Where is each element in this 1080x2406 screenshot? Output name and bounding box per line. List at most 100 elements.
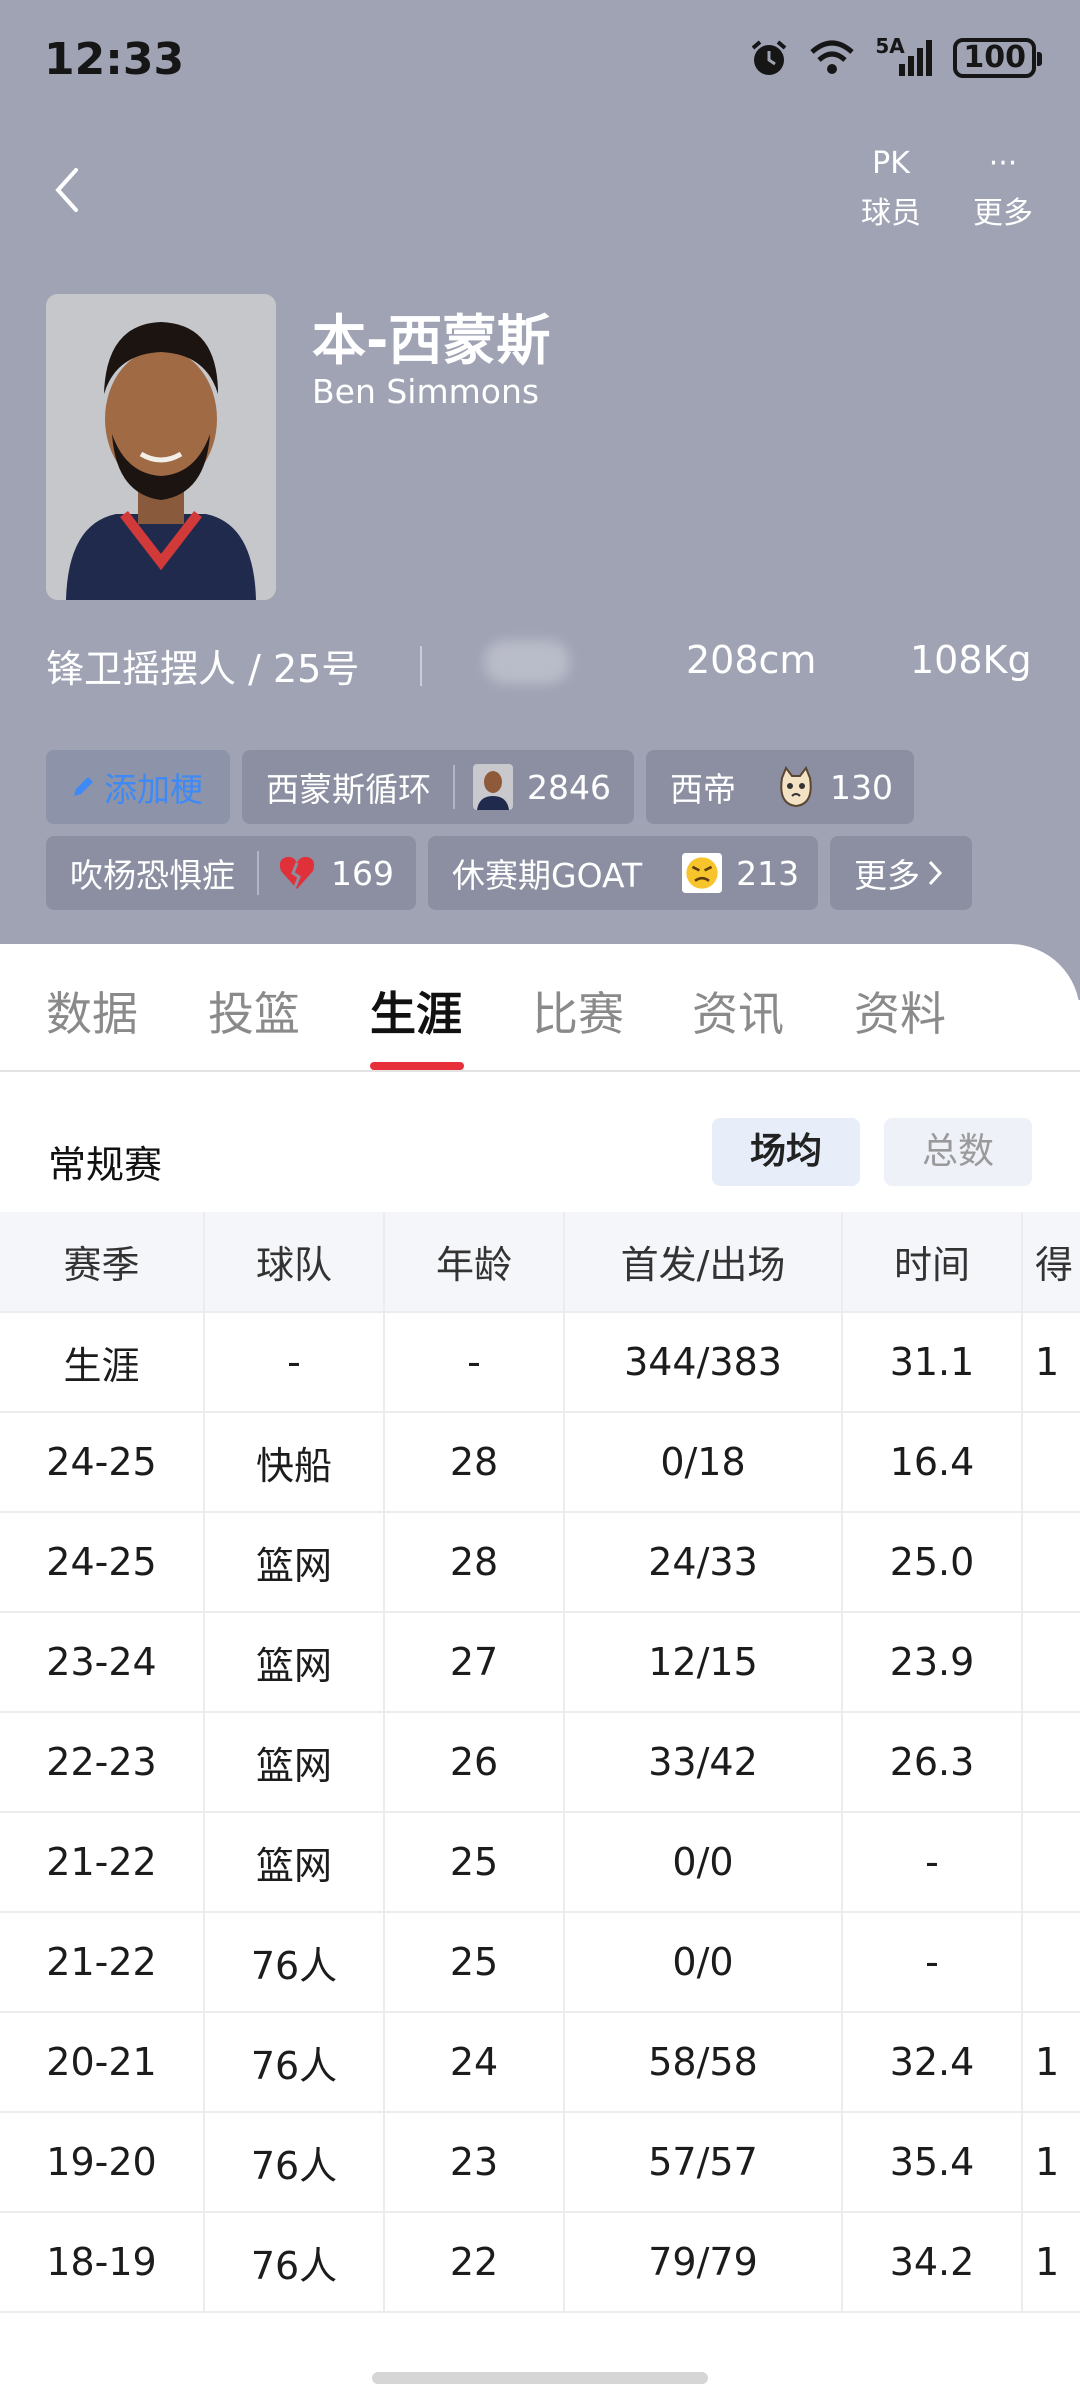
table-row[interactable]: 24-25 篮网 28 24/33 25.0 <box>0 1512 1080 1613</box>
table-row[interactable]: 20-21 76人 24 58/58 32.4 1 <box>0 2012 1080 2113</box>
cell-age: 24 <box>384 2012 565 2113</box>
back-arrow-icon[interactable] <box>46 160 86 220</box>
cell-season: 生涯 <box>0 1312 205 1413</box>
tag-divider <box>257 851 259 895</box>
cell-age: 27 <box>384 1612 565 1713</box>
totals-toggle[interactable]: 总数 <box>884 1118 1032 1186</box>
cell-starts-games: 24/33 <box>564 1512 843 1613</box>
table-row[interactable]: 22-23 篮网 26 33/42 26.3 <box>0 1712 1080 1813</box>
cell-points <box>1022 1512 1080 1613</box>
home-indicator[interactable] <box>372 2372 708 2384</box>
player-height: 208cm <box>686 638 817 682</box>
table-row[interactable]: 21-22 76人 25 0/0- <box>0 1912 1080 2013</box>
cell-team: 76人 <box>204 1912 385 2013</box>
cell-minutes: 25.0 <box>842 1512 1023 1613</box>
meme-tag-count: 213 <box>736 853 800 893</box>
cell-minutes: 16.4 <box>842 1412 1023 1513</box>
cell-season: 24-25 <box>0 1512 205 1613</box>
tab-profile[interactable]: 资料 <box>854 978 946 1044</box>
table-row[interactable]: 23-24 篮网 27 12/15 23.9 <box>0 1612 1080 1713</box>
player-weight: 108Kg <box>910 638 1032 682</box>
info-divider <box>420 646 422 686</box>
more-tags-label: 更多 <box>854 856 920 895</box>
table-row[interactable]: 18-19 76人 22 79/79 34.2 1 <box>0 2212 1080 2313</box>
more-tags-button[interactable]: 更多 <box>830 836 972 910</box>
meme-tag-count: 130 <box>830 767 893 807</box>
career-stats-table: 赛季 球队 年龄 首发/出场 时间 得 生涯 - -344/383 31.1 1 24-… <box>0 1212 1080 2313</box>
cell-points <box>1022 1412 1080 1513</box>
blurred-team-logo <box>484 640 570 684</box>
meme-tag-label: 休赛期GOAT <box>452 856 643 895</box>
status-time: 12:33 <box>44 34 185 85</box>
player-photo <box>46 294 276 600</box>
player-avatar-icon <box>473 764 513 810</box>
cell-age: 22 <box>384 2212 565 2313</box>
cell-points: 1 <box>1022 2112 1080 2213</box>
col-header-team: 球队 <box>204 1212 385 1313</box>
meme-tag-label: 吹杨恐惧症 <box>70 856 235 895</box>
chevron-right-icon <box>928 860 943 886</box>
tab-shooting[interactable]: 投篮 <box>208 978 300 1044</box>
meme-tag[interactable]: 休赛期GOAT 213 <box>428 836 818 910</box>
col-header-age: 年龄 <box>384 1212 565 1313</box>
cell-minutes: 26.3 <box>842 1712 1023 1813</box>
cell-team: 篮网 <box>204 1512 385 1613</box>
cell-season: 21-22 <box>0 1812 205 1913</box>
table-row[interactable]: 19-20 76人 23 57/57 35.4 1 <box>0 2112 1080 2213</box>
content-panel: 数据 投篮 生涯 比赛 资讯 资料 常规赛 场均 总数 赛季 球队 年龄 首发/… <box>0 944 1080 2406</box>
cell-points: 1 <box>1022 2012 1080 2113</box>
cell-starts-games: 0/0 <box>564 1812 843 1913</box>
tab-news[interactable]: 资讯 <box>692 978 784 1044</box>
per-game-toggle[interactable]: 场均 <box>712 1118 860 1186</box>
meme-tag[interactable]: 西帝 130 <box>646 750 914 824</box>
wifi-icon <box>810 40 855 74</box>
cell-age: 23 <box>384 2112 565 2213</box>
cell-points: 1 <box>1022 2212 1080 2313</box>
cell-season: 22-23 <box>0 1712 205 1813</box>
broken-heart-icon <box>277 850 317 896</box>
battery-indicator: 100 <box>953 38 1042 78</box>
table-row[interactable]: 21-22 篮网 25 0/0- <box>0 1812 1080 1913</box>
meme-tag[interactable]: 西蒙斯循环 2846 <box>242 750 634 824</box>
section-title: 常规赛 <box>48 1143 163 1187</box>
status-bar: 12:33 5A 100 <box>0 0 1080 120</box>
col-header-starts-games: 首发/出场 <box>564 1212 843 1313</box>
cat-face-icon <box>776 764 816 810</box>
table-row[interactable]: 生涯 - -344/383 31.1 1 <box>0 1312 1080 1413</box>
pk-button[interactable]: PK 球员 <box>846 142 936 232</box>
cell-age: - <box>384 1312 565 1413</box>
pencil-icon <box>74 777 93 796</box>
add-meme-button[interactable]: 添加梗 <box>46 750 230 824</box>
player-name-cn: 本-西蒙斯 <box>312 309 551 372</box>
cell-points <box>1022 1712 1080 1813</box>
meme-tag-label: 西蒙斯循环 <box>266 770 431 809</box>
tab-games[interactable]: 比赛 <box>532 978 624 1044</box>
cell-minutes: 23.9 <box>842 1612 1023 1713</box>
tab-data[interactable]: 数据 <box>46 978 138 1044</box>
status-icons: 5A 100 <box>749 34 1042 78</box>
cell-age: 28 <box>384 1412 565 1513</box>
cell-team: 篮网 <box>204 1612 385 1713</box>
col-header-season: 赛季 <box>0 1212 205 1313</box>
cell-team: 快船 <box>204 1412 385 1513</box>
cell-points: 1 <box>1022 1312 1080 1413</box>
col-header-minutes: 时间 <box>842 1212 1023 1313</box>
cell-team: 76人 <box>204 2112 385 2213</box>
meme-tag[interactable]: 吹杨恐惧症 169 <box>46 836 416 910</box>
table-row[interactable]: 24-25 快船 28 0/18 16.4 <box>0 1412 1080 1513</box>
cell-points <box>1022 1812 1080 1913</box>
tab-career[interactable]: 生涯 <box>370 978 462 1044</box>
cell-season: 19-20 <box>0 2112 205 2213</box>
alarm-icon <box>752 40 787 75</box>
cell-team: - <box>204 1312 385 1413</box>
more-button[interactable]: ··· 更多 <box>958 142 1048 232</box>
meme-tag-count: 169 <box>331 853 394 893</box>
cell-points <box>1022 1912 1080 2013</box>
cell-season: 21-22 <box>0 1912 205 2013</box>
cell-minutes: 31.1 <box>842 1312 1023 1413</box>
cell-age: 25 <box>384 1812 565 1913</box>
cell-team: 76人 <box>204 2012 385 2113</box>
cell-points <box>1022 1612 1080 1713</box>
cell-starts-games: 33/42 <box>564 1712 843 1813</box>
cell-starts-games: 57/57 <box>564 2112 843 2213</box>
